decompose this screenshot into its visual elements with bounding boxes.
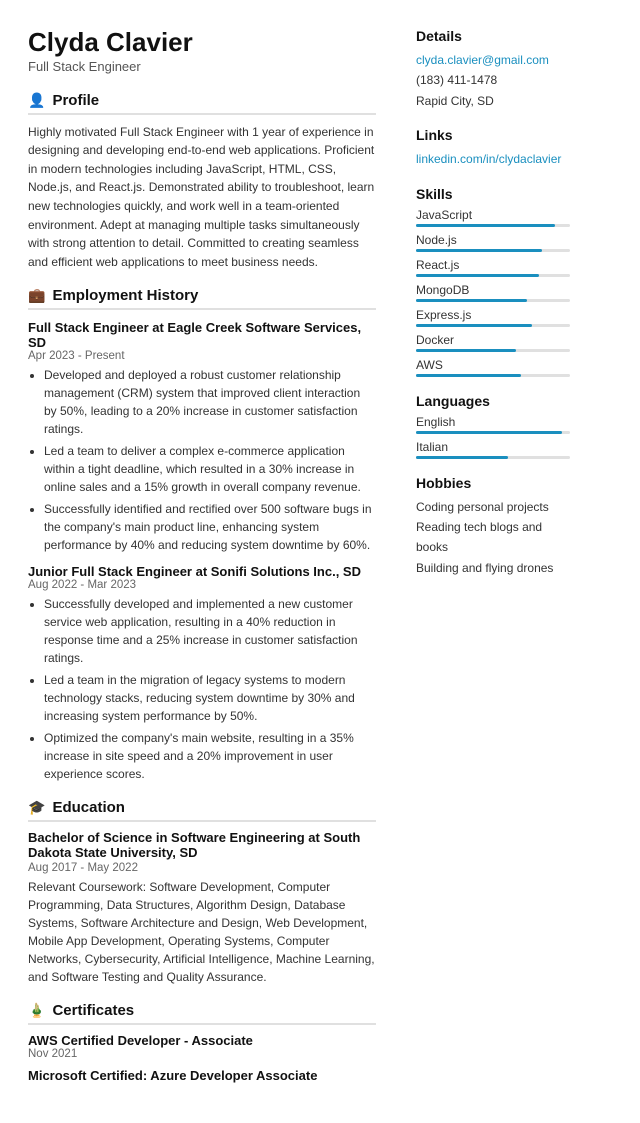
edu-coursework: Relevant Coursework: Software Developmen… (28, 878, 376, 986)
skill-bar-fill (416, 249, 542, 252)
coursework-label: Relevant Coursework: (28, 880, 146, 894)
edu-dates: Aug 2017 - May 2022 (28, 862, 376, 874)
profile-icon: 👤 (28, 92, 45, 109)
skill-item: Node.js (416, 233, 570, 252)
skills-container: JavaScript Node.js React.js MongoDB Expr… (416, 208, 570, 377)
skill-name: Node.js (416, 233, 570, 247)
languages-title: Languages (416, 393, 570, 409)
location: Rapid City, SD (416, 91, 570, 111)
certificate-icon: 🎍 (28, 1002, 45, 1019)
list-item: Optimized the company's main website, re… (44, 729, 376, 783)
linkedin-link[interactable]: linkedin.com/in/clydaclavier (416, 149, 570, 169)
skill-name: AWS (416, 358, 570, 372)
job-1-title: Full Stack Engineer at Eagle Creek Softw… (28, 320, 376, 350)
skill-bar-bg (416, 249, 570, 252)
certificates-section: 🎍 Certificates AWS Certified Developer -… (28, 1002, 376, 1083)
skills-title: Skills (416, 186, 570, 202)
details-title: Details (416, 28, 570, 44)
candidate-title: Full Stack Engineer (28, 59, 376, 74)
skill-name: MongoDB (416, 283, 570, 297)
skill-item: React.js (416, 258, 570, 277)
certificates-header: 🎍 Certificates (28, 1002, 376, 1025)
list-item: Led a team to deliver a complex e-commer… (44, 442, 376, 496)
languages-container: English Italian (416, 415, 570, 459)
list-item: Successfully identified and rectified ov… (44, 500, 376, 554)
profile-label: Profile (52, 92, 99, 109)
skill-name: JavaScript (416, 208, 570, 222)
skill-bar-bg (416, 349, 570, 352)
details-section: Details clyda.clavier@gmail.com (183) 41… (416, 28, 570, 111)
coursework-text: Software Development, Computer Programmi… (28, 880, 375, 984)
skill-name: Docker (416, 333, 570, 347)
skill-item: JavaScript (416, 208, 570, 227)
links-section: Links linkedin.com/in/clydaclavier (416, 127, 570, 169)
skills-section: Skills JavaScript Node.js React.js Mongo… (416, 186, 570, 377)
candidate-name: Clyda Clavier (28, 28, 376, 57)
employment-header: 💼 Employment History (28, 287, 376, 310)
hobbies-container: Coding personal projectsReading tech blo… (416, 497, 570, 579)
employment-label: Employment History (52, 287, 198, 304)
hobby-item: Coding personal projects (416, 497, 570, 517)
profile-text: Highly motivated Full Stack Engineer wit… (28, 123, 376, 272)
job-2-bullets: Successfully developed and implemented a… (28, 595, 376, 783)
language-item: Italian (416, 440, 570, 459)
skill-item: AWS (416, 358, 570, 377)
links-title: Links (416, 127, 570, 143)
certificates-label: Certificates (52, 1002, 134, 1019)
skill-bar-bg (416, 324, 570, 327)
languages-section: Languages English Italian (416, 393, 570, 459)
employment-section: 💼 Employment History Full Stack Engineer… (28, 287, 376, 783)
lang-bar-fill (416, 431, 562, 434)
hobbies-section: Hobbies Coding personal projectsReading … (416, 475, 570, 579)
skill-bar-bg (416, 274, 570, 277)
list-item: Led a team in the migration of legacy sy… (44, 671, 376, 725)
skill-name: Express.js (416, 308, 570, 322)
education-icon: 🎓 (28, 799, 45, 816)
job-2-dates: Aug 2022 - Mar 2023 (28, 579, 376, 591)
skill-bar-fill (416, 324, 532, 327)
skill-bar-fill (416, 274, 539, 277)
lang-bar-bg (416, 456, 570, 459)
education-label: Education (52, 799, 125, 816)
cert-1-name: AWS Certified Developer - Associate (28, 1033, 376, 1048)
email-link[interactable]: clyda.clavier@gmail.com (416, 50, 570, 70)
hobbies-title: Hobbies (416, 475, 570, 491)
profile-header: 👤 Profile (28, 92, 376, 115)
skill-name: React.js (416, 258, 570, 272)
skill-bar-fill (416, 374, 521, 377)
employment-icon: 💼 (28, 287, 45, 304)
list-item: Successfully developed and implemented a… (44, 595, 376, 667)
skill-item: Express.js (416, 308, 570, 327)
education-section: 🎓 Education Bachelor of Science in Softw… (28, 799, 376, 986)
skill-bar-bg (416, 299, 570, 302)
hobby-item: Reading tech blogs and books (416, 517, 570, 558)
skill-item: Docker (416, 333, 570, 352)
skill-bar-bg (416, 374, 570, 377)
education-header: 🎓 Education (28, 799, 376, 822)
page: Clyda Clavier Full Stack Engineer 👤 Prof… (0, 0, 640, 1123)
skill-bar-bg (416, 224, 570, 227)
skill-bar-fill (416, 224, 555, 227)
profile-section: 👤 Profile Highly motivated Full Stack En… (28, 92, 376, 272)
job-2-title: Junior Full Stack Engineer at Sonifi Sol… (28, 564, 376, 579)
skill-bar-fill (416, 349, 516, 352)
phone: (183) 411-1478 (416, 70, 570, 90)
lang-name: Italian (416, 440, 570, 454)
lang-bar-bg (416, 431, 570, 434)
lang-bar-fill (416, 456, 508, 459)
job-1-bullets: Developed and deployed a robust customer… (28, 366, 376, 554)
right-column: Details clyda.clavier@gmail.com (183) 41… (400, 0, 590, 1123)
left-column: Clyda Clavier Full Stack Engineer 👤 Prof… (0, 0, 400, 1123)
skill-bar-fill (416, 299, 527, 302)
list-item: Developed and deployed a robust customer… (44, 366, 376, 438)
edu-degree: Bachelor of Science in Software Engineer… (28, 830, 376, 860)
lang-name: English (416, 415, 570, 429)
hobby-item: Building and flying drones (416, 558, 570, 578)
cert-1-date: Nov 2021 (28, 1048, 376, 1060)
job-1-dates: Apr 2023 - Present (28, 350, 376, 362)
language-item: English (416, 415, 570, 434)
skill-item: MongoDB (416, 283, 570, 302)
cert-2-name: Microsoft Certified: Azure Developer Ass… (28, 1068, 376, 1083)
